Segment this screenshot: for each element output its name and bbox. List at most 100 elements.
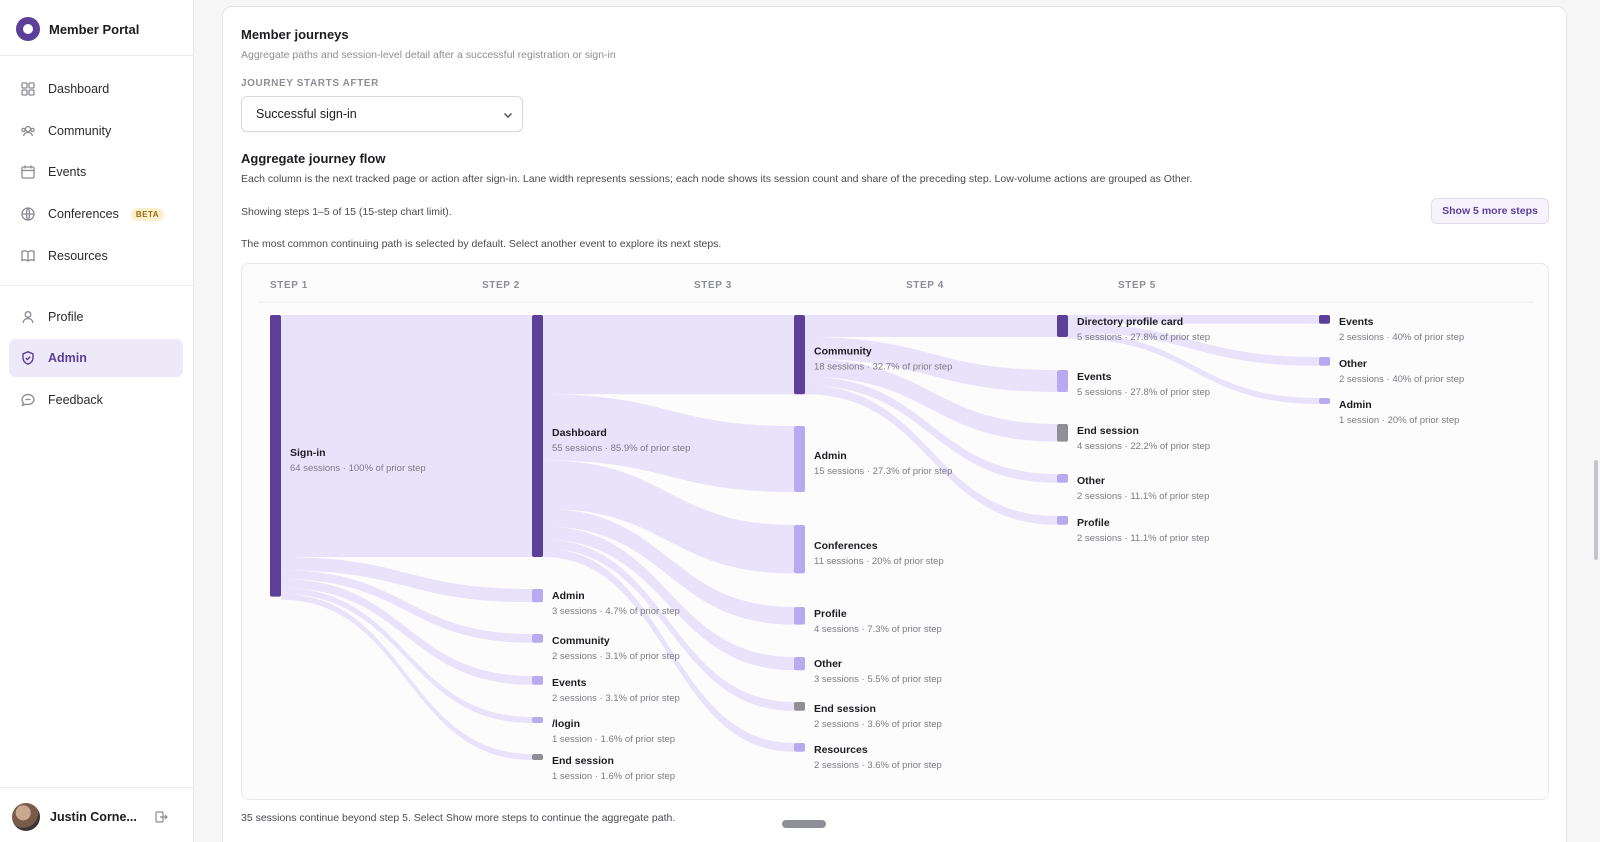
sidebar-item-conferences[interactable]: Conferences BETA	[9, 195, 183, 233]
flow-node-meta: 2 sessions · 3.6% of prior step	[814, 719, 942, 730]
resize-handle[interactable]	[782, 820, 826, 828]
flow-node-s2-events[interactable]	[532, 676, 543, 685]
flow-node-s5-admin[interactable]	[1319, 398, 1330, 404]
journey-start-label: JOURNEY STARTS AFTER	[241, 78, 379, 89]
flow-node-s3-end[interactable]	[794, 702, 805, 711]
flow-node-s3-resources[interactable]	[794, 743, 805, 752]
shield-icon	[20, 350, 36, 366]
flow-node-meta: 1 session · 1.6% of prior step	[552, 771, 675, 782]
flow-node-s2-login[interactable]	[532, 717, 543, 723]
sidebar-item-resources[interactable]: Resources	[9, 237, 183, 275]
flow-node-label: End session	[814, 703, 876, 715]
flow-node-label: Admin	[1339, 399, 1372, 411]
show-more-steps-button[interactable]: Show 5 more steps	[1431, 198, 1549, 224]
sidebar-item-feedback[interactable]: Feedback	[9, 381, 183, 419]
flow-node-label: Admin	[814, 450, 847, 462]
flow-node-s2-dashboard[interactable]	[532, 315, 543, 557]
sidebar-item-events[interactable]: Events	[9, 153, 183, 191]
flow-node-label: Conferences	[814, 540, 878, 552]
sidebar-item-admin[interactable]: Admin	[9, 339, 183, 377]
sidebar-item-label: Events	[48, 165, 87, 179]
flow-node-s4-other[interactable]	[1057, 474, 1068, 483]
flow-node-meta: 64 sessions · 100% of prior step	[290, 463, 426, 474]
flow-node-meta: 2 sessions · 40% of prior step	[1339, 374, 1464, 385]
sidebar-item-community[interactable]: Community	[9, 112, 183, 150]
flow-node-s3-conferences[interactable]	[794, 525, 805, 574]
flow-node-meta: 2 sessions · 3.1% of prior step	[552, 651, 680, 662]
step-header-2: STEP 2	[482, 280, 520, 291]
flow-node-label: Other	[1077, 475, 1105, 487]
flow-node-s4-directory[interactable]	[1057, 315, 1068, 337]
sidebar-item-label: Profile	[48, 310, 84, 324]
step-header-5: STEP 5	[1118, 280, 1156, 291]
flow-node-meta: 5 sessions · 27.8% of prior step	[1077, 332, 1210, 343]
flow-node-s2-admin[interactable]	[532, 589, 543, 603]
step-header-3: STEP 3	[694, 280, 732, 291]
flow-node-label: Directory profile card	[1077, 316, 1183, 328]
flow-showing-text: Showing steps 1–5 of 15 (15-step chart l…	[241, 206, 452, 218]
flow-node-label: Sign-in	[290, 447, 326, 459]
calendar-icon	[20, 164, 36, 180]
sidebar-divider	[0, 55, 194, 56]
flow-link-s3-community	[543, 315, 794, 395]
flow-node-label: Community	[814, 346, 872, 358]
logout-icon[interactable]	[154, 810, 168, 824]
app-name: Member Portal	[49, 21, 140, 37]
flow-node-label: Profile	[1077, 517, 1110, 529]
flow-node-meta: 2 sessions · 11.1% of prior step	[1077, 491, 1209, 502]
flow-node-s2-end[interactable]	[532, 754, 543, 760]
sidebar-item-label: Resources	[48, 249, 108, 263]
sidebar-item-label: Conferences	[48, 207, 119, 221]
beta-badge: BETA	[130, 207, 165, 221]
sidebar-item-profile[interactable]: Profile	[9, 298, 183, 336]
journey-start-value: Successful sign-in	[256, 107, 357, 121]
flow-node-s5-events[interactable]	[1319, 315, 1330, 324]
brand[interactable]: Member Portal	[16, 16, 139, 42]
flow-footnote: 35 sessions continue beyond step 5. Sele…	[241, 812, 676, 824]
flow-node-meta: 4 sessions · 7.3% of prior step	[814, 624, 942, 635]
flow-node-meta: 2 sessions · 40% of prior step	[1339, 332, 1464, 343]
chat-icon	[20, 392, 36, 408]
flow-node-meta: 11 sessions · 20% of prior step	[814, 556, 944, 567]
sidebar-item-dashboard[interactable]: Dashboard	[9, 70, 183, 108]
flow-node-label: Events	[552, 677, 587, 689]
chevron-down-icon	[504, 113, 512, 118]
flow-node-meta: 2 sessions · 3.1% of prior step	[552, 693, 680, 704]
journeys-card: Member journeys Aggregate paths and sess…	[222, 6, 1567, 842]
flow-node-s4-profile[interactable]	[1057, 516, 1068, 525]
flow-node-s4-events[interactable]	[1057, 370, 1068, 392]
flow-node-label: /login	[552, 718, 580, 730]
flow-node-s3-community[interactable]	[794, 315, 805, 395]
flow-node-s3-profile[interactable]	[794, 607, 805, 625]
flow-node-meta: 18 sessions · 32.7% of prior step	[814, 362, 952, 373]
flow-node-meta: 15 sessions · 27.3% of prior step	[814, 466, 952, 477]
flow-node-s2-community[interactable]	[532, 634, 543, 643]
flow-node-s3-other[interactable]	[794, 657, 805, 671]
avatar	[12, 803, 40, 831]
journeys-title: Member journeys	[241, 27, 349, 42]
flow-node-meta: 55 sessions · 85.9% of prior step	[552, 443, 690, 454]
flow-hint: The most common continuing path is selec…	[241, 238, 722, 250]
flow-node-meta: 3 sessions · 5.5% of prior step	[814, 674, 942, 685]
grid-icon	[20, 81, 36, 97]
flow-node-label: End session	[1077, 425, 1139, 437]
flow-node-meta: 2 sessions · 11.1% of prior step	[1077, 533, 1209, 544]
flow-node-s4-end[interactable]	[1057, 424, 1068, 442]
flow-node-label: Profile	[814, 608, 847, 620]
brand-logo-icon	[16, 17, 40, 41]
flow-node-s5-other[interactable]	[1319, 357, 1330, 366]
flow-link-s4-directory	[805, 315, 1057, 337]
scrollbar-thumb[interactable]	[1594, 460, 1598, 560]
journey-flow-svg: STEP 1 STEP 2 STEP 3 STEP 4 STEP 5 Sign-in 64 …	[258, 280, 1534, 782]
flow-description: Each column is the next tracked page or …	[241, 173, 1193, 185]
flow-node-meta: 1 session · 1.6% of prior step	[552, 734, 675, 745]
flow-node-label: Admin	[552, 590, 585, 602]
step-header-4: STEP 4	[906, 280, 944, 291]
sidebar-item-label: Community	[48, 124, 112, 138]
user-menu[interactable]: Justin Corne...	[12, 803, 182, 831]
flow-node-meta: 1 session · 20% of prior step	[1339, 415, 1459, 426]
sidebar-item-label: Dashboard	[48, 82, 110, 96]
flow-node-s1-signin[interactable]	[270, 315, 281, 597]
flow-node-s3-admin[interactable]	[794, 426, 805, 492]
journey-start-select[interactable]: Successful sign-in	[241, 96, 523, 132]
